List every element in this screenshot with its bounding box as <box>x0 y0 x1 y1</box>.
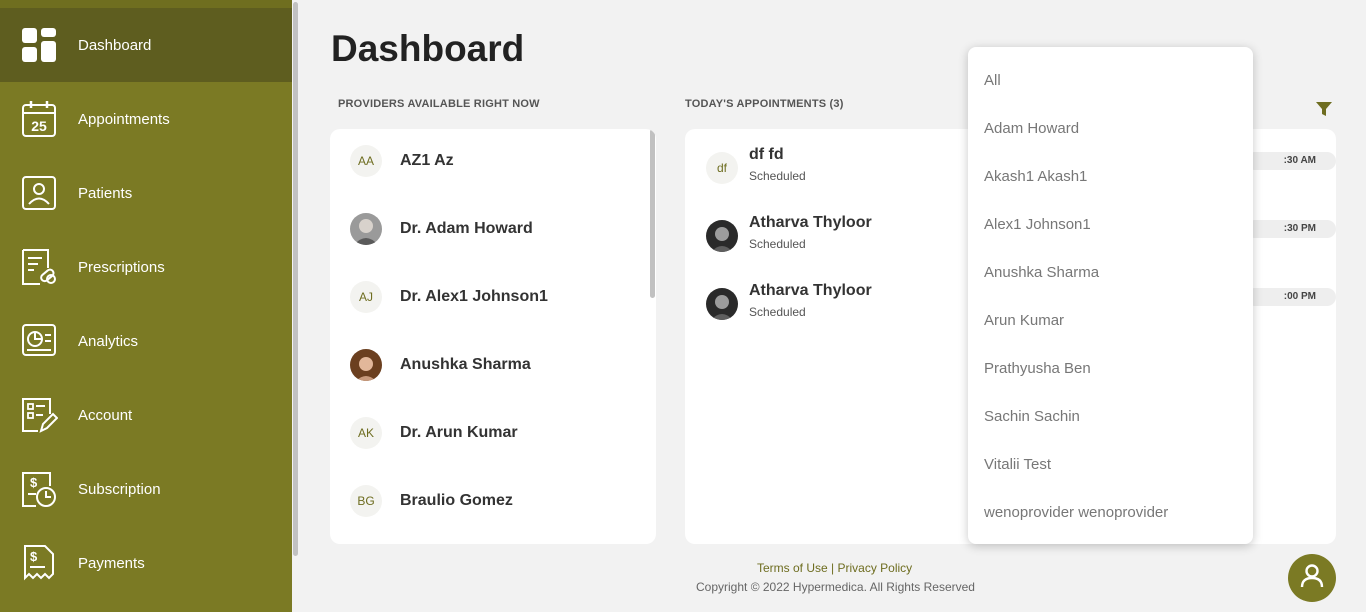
providers-scrollbar[interactable] <box>650 129 656 544</box>
appointment-patient-name: df fd <box>749 146 784 163</box>
analytics-icon <box>20 322 58 360</box>
dropdown-option[interactable]: Vitalii Test <box>984 456 1051 473</box>
sidebar-item-label: Account <box>78 406 133 424</box>
appointment-status: Scheduled <box>749 305 806 319</box>
appointment-status: Scheduled <box>749 237 806 251</box>
provider-item[interactable]: BG Braulio Gomez <box>350 479 640 523</box>
terms-link[interactable]: Terms of Use <box>757 561 828 575</box>
sidebar-item-label: Payments <box>78 554 145 572</box>
sidebar-item-subscription[interactable]: $ Subscription <box>0 452 292 526</box>
patient-icon <box>20 174 58 212</box>
appointment-time: :30 AM <box>1246 152 1336 170</box>
sidebar-item-label: Patients <box>78 184 133 202</box>
avatar <box>706 220 738 252</box>
dropdown-option[interactable]: Sachin Sachin <box>984 408 1080 425</box>
provider-name: Braulio Gomez <box>400 492 513 509</box>
appointment-patient-name: Atharva Thyloor <box>749 214 872 231</box>
provider-name: AZ1 Az <box>400 152 454 169</box>
page-title: Dashboard <box>331 28 525 69</box>
svg-text:$: $ <box>30 549 38 564</box>
provider-name: Dr. Arun Kumar <box>400 424 518 441</box>
avatar: AK <box>350 417 382 449</box>
svg-text:25: 25 <box>31 118 47 134</box>
appointment-time: :00 PM <box>1246 288 1336 306</box>
dropdown-option[interactable]: wenoprovider wenoprovider <box>984 504 1168 521</box>
provider-name: Dr. Adam Howard <box>400 220 533 237</box>
filter-icon[interactable] <box>1315 100 1333 118</box>
dropdown-option[interactable]: Arun Kumar <box>984 312 1064 329</box>
sidebar-item-account[interactable]: Account <box>0 378 292 452</box>
appointments-section-label: TODAY'S APPOINTMENTS (3) <box>685 98 844 110</box>
sidebar-scrollbar[interactable] <box>292 0 300 612</box>
copyright-text: Copyright © 2022 Hypermedica. All Rights… <box>696 580 975 594</box>
sidebar-item-prescriptions[interactable]: Prescriptions <box>0 230 292 304</box>
provider-item[interactable]: AJ Dr. Alex1 Johnson1 <box>350 275 640 319</box>
appointment-time: :30 PM <box>1246 220 1336 238</box>
providers-scrollbar-thumb[interactable] <box>650 129 655 298</box>
sidebar-item-analytics[interactable]: Analytics <box>0 304 292 378</box>
privacy-link[interactable]: Privacy Policy <box>837 561 912 575</box>
prescription-icon <box>20 248 58 286</box>
payments-icon: $ <box>20 544 58 582</box>
dropdown-option[interactable]: All <box>984 72 1001 89</box>
dropdown-option[interactable]: Alex1 Johnson1 <box>984 216 1091 233</box>
dropdown-option[interactable]: Akash1 Akash1 <box>984 168 1087 185</box>
sidebar-item-payments[interactable]: $ Payments <box>0 526 292 600</box>
dropdown-option[interactable]: Adam Howard <box>984 120 1079 137</box>
avatar <box>350 213 382 245</box>
provider-name: Anushka Sharma <box>400 356 531 373</box>
provider-filter-dropdown: All Adam Howard Akash1 Akash1 Alex1 John… <box>968 47 1253 544</box>
provider-name: Dr. Alex1 Johnson1 <box>400 288 548 305</box>
provider-item[interactable]: Dr. Adam Howard <box>350 207 640 251</box>
sidebar-item-label: Prescriptions <box>78 258 165 276</box>
sidebar-item-label: Appointments <box>78 110 170 128</box>
provider-item[interactable]: AA AZ1 Az <box>350 139 640 183</box>
sidebar-item-patients[interactable]: Patients <box>0 156 292 230</box>
avatar <box>706 288 738 320</box>
provider-item[interactable]: AK Dr. Arun Kumar <box>350 411 640 455</box>
avatar <box>350 349 382 381</box>
sidebar-scrollbar-thumb[interactable] <box>293 2 298 556</box>
user-icon <box>1299 563 1325 594</box>
avatar: df <box>706 152 738 184</box>
sidebar-top-bar <box>0 0 300 8</box>
sidebar: Dashboard 25 Appointments Patients Presc… <box>0 0 300 612</box>
account-icon <box>20 396 58 434</box>
sidebar-item-label: Subscription <box>78 480 161 498</box>
provider-item[interactable]: Anushka Sharma <box>350 343 640 387</box>
sidebar-item-label: Dashboard <box>78 36 152 54</box>
avatar: AA <box>350 145 382 177</box>
dashboard-icon <box>20 26 58 64</box>
appointment-patient-name: Atharva Thyloor <box>749 282 872 299</box>
providers-section-label: PROVIDERS AVAILABLE RIGHT NOW <box>338 98 540 110</box>
user-profile-button[interactable] <box>1288 554 1336 602</box>
providers-card: AA AZ1 Az Dr. Adam Howard AJ Dr. Alex1 J… <box>330 129 656 544</box>
subscription-icon: $ <box>20 470 58 508</box>
calendar-icon: 25 <box>20 100 58 138</box>
avatar: BG <box>350 485 382 517</box>
dropdown-option[interactable]: Prathyusha Ben <box>984 360 1091 377</box>
svg-text:$: $ <box>30 475 38 490</box>
footer-separator: | <box>827 561 838 575</box>
sidebar-item-appointments[interactable]: 25 Appointments <box>0 82 292 156</box>
sidebar-item-label: Analytics <box>78 332 139 350</box>
avatar: AJ <box>350 281 382 313</box>
sidebar-item-dashboard[interactable]: Dashboard <box>0 8 292 82</box>
appointment-status: Scheduled <box>749 169 806 183</box>
dropdown-option[interactable]: Anushka Sharma <box>984 264 1099 281</box>
footer-links: Terms of Use | Privacy Policy <box>757 561 912 575</box>
